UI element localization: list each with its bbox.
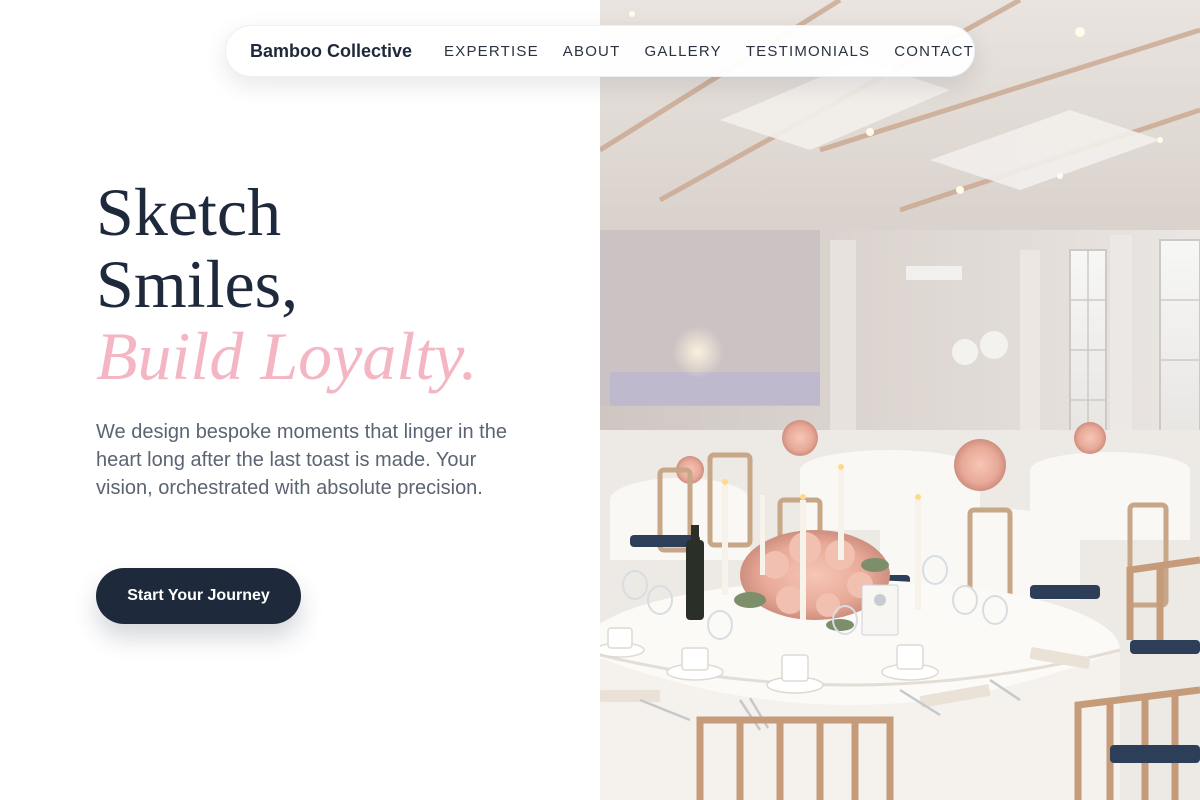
nav-link-gallery[interactable]: GALLERY xyxy=(644,43,721,60)
brand-logo[interactable]: Bamboo Collective xyxy=(250,41,412,62)
nav-link-about[interactable]: ABOUT xyxy=(563,43,621,60)
banquet-hall-photo xyxy=(600,0,1200,800)
hero-headline: Sketch Smiles, Build Loyalty. xyxy=(96,176,478,392)
hero-section: Sketch Smiles, Build Loyalty. We design … xyxy=(0,0,600,800)
headline-line-1: Sketch xyxy=(96,174,282,250)
nav-links: EXPERTISE ABOUT GALLERY TESTIMONIALS CON… xyxy=(444,43,974,60)
start-journey-button[interactable]: Start Your Journey xyxy=(96,568,301,624)
top-nav: Bamboo Collective EXPERTISE ABOUT GALLER… xyxy=(225,25,975,77)
nav-link-contact[interactable]: CONTACT xyxy=(894,43,974,60)
nav-link-testimonials[interactable]: TESTIMONIALS xyxy=(746,43,870,60)
nav-link-expertise[interactable]: EXPERTISE xyxy=(444,43,539,60)
landing-page: Sketch Smiles, Build Loyalty. We design … xyxy=(0,0,1200,800)
hero-subtext: We design bespoke moments that linger in… xyxy=(96,421,507,499)
headline-line-2: Smiles, xyxy=(96,246,299,322)
headline-accent: Build Loyalty. xyxy=(96,318,478,394)
